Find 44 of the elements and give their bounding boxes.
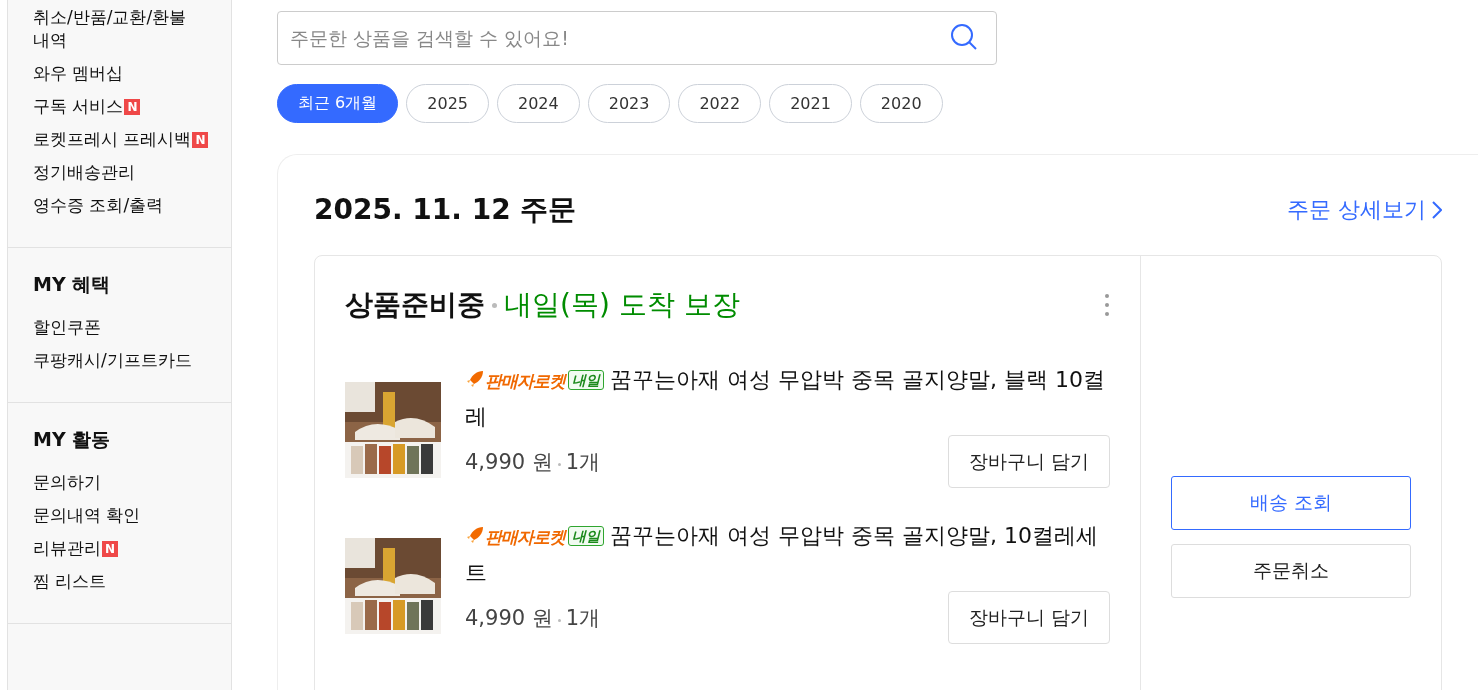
search-icon[interactable] bbox=[949, 22, 979, 52]
sidebar-link[interactable]: 할인쿠폰 bbox=[33, 316, 101, 339]
order-detail-link[interactable]: 주문 상세보기 bbox=[1287, 195, 1442, 225]
new-badge: N bbox=[102, 541, 118, 557]
search-field[interactable]: 주문한 상품을 검색할 수 있어요! bbox=[277, 11, 997, 65]
period-tab[interactable]: 2020 bbox=[859, 84, 943, 123]
period-tab[interactable]: 2021 bbox=[769, 84, 852, 123]
sidebar-link[interactable]: 영수증 조회/출력 bbox=[33, 194, 164, 217]
period-tab[interactable]: 2022 bbox=[678, 84, 762, 123]
period-tab[interactable]: 2023 bbox=[587, 84, 671, 123]
add-to-cart-button[interactable]: 장바구니 담기 bbox=[947, 591, 1110, 644]
sidebar-link[interactable]: 정기배송관리 bbox=[33, 161, 135, 184]
period-tab[interactable]: 2025 bbox=[406, 84, 489, 123]
sidebar-link[interactable]: 문의하기 bbox=[33, 471, 101, 494]
order-status: 상품준비중 bbox=[345, 287, 485, 323]
product-price: 4,990 원 bbox=[465, 605, 553, 630]
add-to-cart-button[interactable]: 장바구니 담기 bbox=[947, 435, 1110, 488]
new-badge: N bbox=[124, 99, 141, 115]
sidebar-link[interactable]: 취소/반품/교환/환불 내역 bbox=[33, 6, 208, 52]
sidebar-link[interactable]: 쿠팡캐시/기프트카드 bbox=[33, 349, 192, 372]
product-quantity: 1개 bbox=[565, 449, 601, 474]
period-tab[interactable]: 2024 bbox=[497, 84, 580, 123]
cancel-order-button[interactable]: 주문취소 bbox=[1171, 544, 1411, 598]
sidebar-link[interactable]: 리뷰관리 bbox=[33, 537, 101, 560]
sidebar-link[interactable]: 문의내역 확인 bbox=[33, 504, 141, 527]
period-tab[interactable]: 최근 6개월 bbox=[277, 84, 399, 123]
sidebar-link[interactable]: 와우 멤버십 bbox=[33, 62, 124, 85]
product-quantity: 1개 bbox=[565, 605, 601, 630]
chevron-right-icon bbox=[1432, 201, 1442, 219]
rocket-icon bbox=[465, 525, 485, 545]
sidebar-link[interactable]: 로켓프레시 프레시백 bbox=[33, 128, 192, 151]
sidebar-link[interactable]: 찜 리스트 bbox=[33, 570, 107, 593]
rocket-icon bbox=[465, 369, 485, 389]
more-icon[interactable] bbox=[1104, 293, 1110, 317]
product-price: 4,990 원 bbox=[465, 449, 553, 474]
track-delivery-button[interactable]: 배송 조회 bbox=[1171, 476, 1411, 530]
sidebar-link[interactable]: 구독 서비스 bbox=[33, 95, 124, 118]
new-badge: N bbox=[192, 132, 209, 148]
sidebar-heading: MY 활동 bbox=[33, 427, 112, 452]
order-date: 2025. 11. 12 주문 bbox=[314, 192, 577, 228]
product-name[interactable]: 판매자로켓 내일 꿈꾸는아재 여성 무압박 중목 골지양말, 10켤레세트 bbox=[465, 518, 1105, 591]
product-name[interactable]: 판매자로켓 내일 꿈꾸는아재 여성 무압박 중목 골지양말, 블랙 10켤레 bbox=[465, 362, 1105, 435]
delivery-promise: 내일(목) 도착 보장 bbox=[504, 287, 740, 323]
sidebar-heading: MY 혜택 bbox=[33, 272, 112, 297]
